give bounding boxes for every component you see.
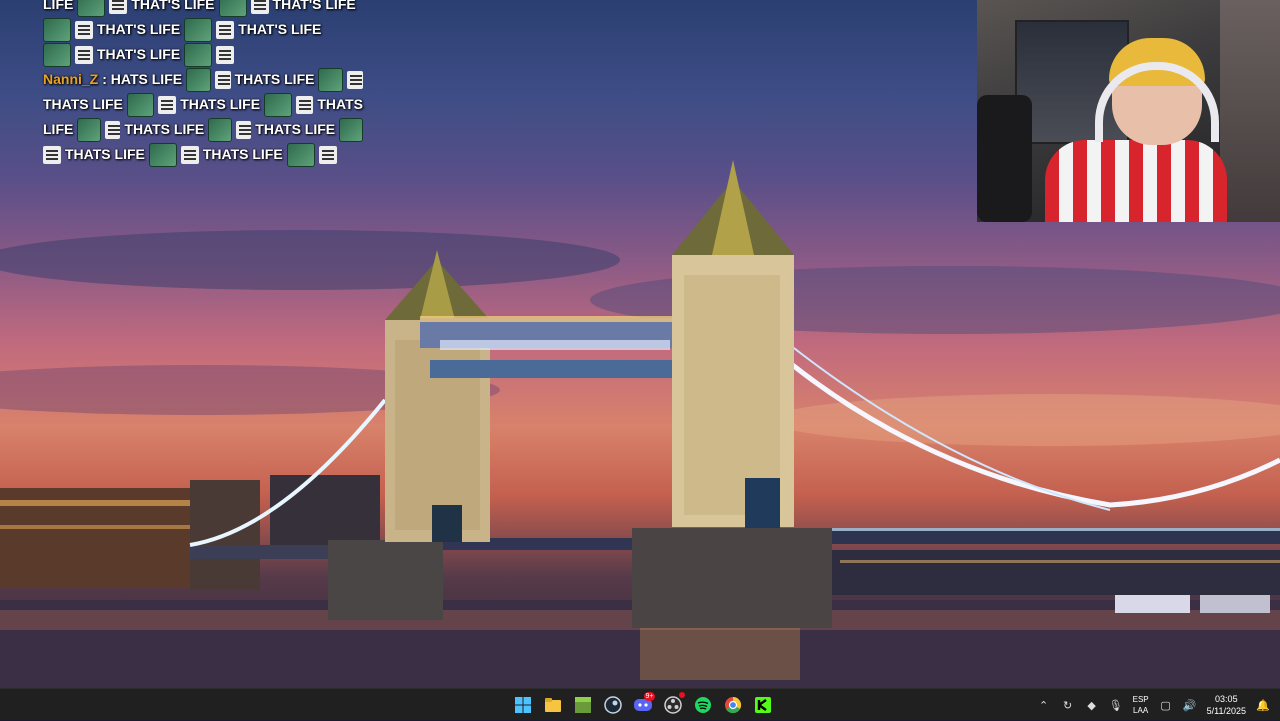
spotify-taskbar-button[interactable] [691,691,715,719]
frog-emote-icon [126,92,155,117]
discord-taskbar-button[interactable]: 9+ [631,691,655,719]
input-language[interactable]: ESP LAA [1133,694,1149,716]
webcam-overlay [977,0,1280,222]
frog-emote-icon [184,17,213,42]
paper-emote-icon [214,70,231,89]
spotify-icon [694,696,712,714]
chat-text: THATS LIFE [234,71,315,87]
chat-text: THAT'S LIFE [97,21,181,37]
frog-emote-icon [43,17,71,42]
defender-icon[interactable]: ◆ [1085,698,1099,712]
frog-emote-icon [208,117,233,142]
windows-start-icon [514,696,532,714]
stream-chat-overlay: LIFE THAT'S LIFE THAT'S LIFE THAT'S LIFE THA… [43,0,364,167]
file-explorer-icon [544,697,562,713]
keyboard-layout: LAA [1133,706,1149,715]
clock-date: 5/11/2025 [1206,706,1246,716]
webcam-background-shelf [1220,0,1280,222]
paper-emote-icon [216,20,235,39]
paper-emote-icon [158,95,177,114]
frog-emote-icon [264,92,292,117]
frog-emote-icon [184,42,213,67]
chat-text: THATS LIFE [124,121,205,137]
paper-emote-icon [250,0,269,14]
notification-bell-icon[interactable]: 🔔 [1256,698,1270,712]
chat-text: LIFE [43,0,74,12]
paper-emote-icon [295,95,314,114]
paper-emote-icon [75,45,93,64]
frog-emote-icon [186,67,211,92]
chat-text: THAT'S LIFE [131,0,215,12]
streamer-shirt [1045,140,1227,222]
system-tray: ⌃ ↻ ◆ 🎙 ESP LAA ▢ 🔊 03:05 5/11/2025 🔔 [1037,689,1280,721]
volume-icon[interactable]: 🔊 [1183,698,1197,712]
obs-taskbar-button[interactable] [661,691,685,719]
frog-emote-icon [318,67,344,92]
steam-icon [604,696,622,714]
file-explorer-taskbar-button[interactable] [541,691,565,719]
taskbar: 9+ ⌃ ↻ ◆ 🎙 ESP LAA ▢ 🔊 03:05 5/11/2025 🔔 [0,688,1280,720]
chrome-icon [724,696,742,714]
status-dot [679,692,685,698]
chrome-taskbar-button[interactable] [721,691,745,719]
frog-emote-icon [218,0,247,17]
microphone-icon[interactable]: 🎙 [1109,698,1123,712]
chevron-up-icon[interactable]: ⌃ [1037,698,1051,712]
chat-message-line: THAT'S LIFE THAT'S LIFE [43,17,363,42]
chat-message-line: Nanni_Z: HATS LIFE THATS LIFE [43,67,363,92]
windows-start-taskbar-button[interactable] [511,691,535,719]
chat-text: THATS [317,96,363,112]
paper-emote-icon [109,0,128,14]
chat-text: THATS LIFE [180,96,261,112]
language-code: ESP [1132,695,1149,704]
steam-taskbar-button[interactable] [601,691,625,719]
sync-icon[interactable]: ↻ [1061,698,1075,712]
chat-text: LIFE [43,121,74,137]
chat-text: THATS LIFE [202,146,283,162]
chat-text: THAT'S LIFE [272,0,356,12]
minecraft-taskbar-button[interactable] [571,691,595,719]
obs-icon [664,696,682,714]
paper-emote-icon [216,45,235,64]
chat-message-line: LIFE THAT'S LIFE THAT'S LIFE [43,0,363,17]
chat-username: Nanni_Z [43,71,99,87]
chat-text: THATS LIFE [43,96,123,112]
paper-emote-icon [347,70,363,89]
chat-message-line: THATS LIFE THATS LIFE THATS [43,92,363,117]
paper-emote-icon [75,20,93,39]
chat-text: THATS LIFE [255,121,336,137]
frog-emote-icon [339,117,364,142]
frog-emote-icon [77,117,102,142]
chat-message-line: THAT'S LIFE [43,42,363,67]
chat-text: THATS LIFE [65,146,145,162]
paper-emote-icon [43,145,61,164]
clock-time: 03:05 [1215,694,1238,704]
frog-emote-icon [148,142,177,167]
chat-message-line: THATS LIFE THATS LIFE [43,142,363,167]
chat-text: THAT'S LIFE [238,21,322,37]
kick-icon [754,696,772,714]
frog-emote-icon [286,142,315,167]
chat-text: THAT'S LIFE [97,46,181,62]
minecraft-icon [574,696,592,714]
taskbar-apps: 9+ [511,689,775,721]
notification-badge: 9+ [644,692,655,701]
paper-emote-icon [318,145,337,164]
frog-emote-icon [43,42,71,67]
kick-taskbar-button[interactable] [751,691,775,719]
frog-emote-icon [77,0,106,17]
paper-emote-icon [180,145,199,164]
network-icon[interactable]: ▢ [1159,698,1173,712]
webcam-chair [977,95,1032,222]
paper-emote-icon [236,120,252,139]
chat-message-line: LIFE THATS LIFE THATS LIFE [43,117,364,142]
paper-emote-icon [105,120,121,139]
chat-text: : HATS LIFE [102,71,183,87]
clock[interactable]: 03:05 5/11/2025 [1207,693,1246,717]
